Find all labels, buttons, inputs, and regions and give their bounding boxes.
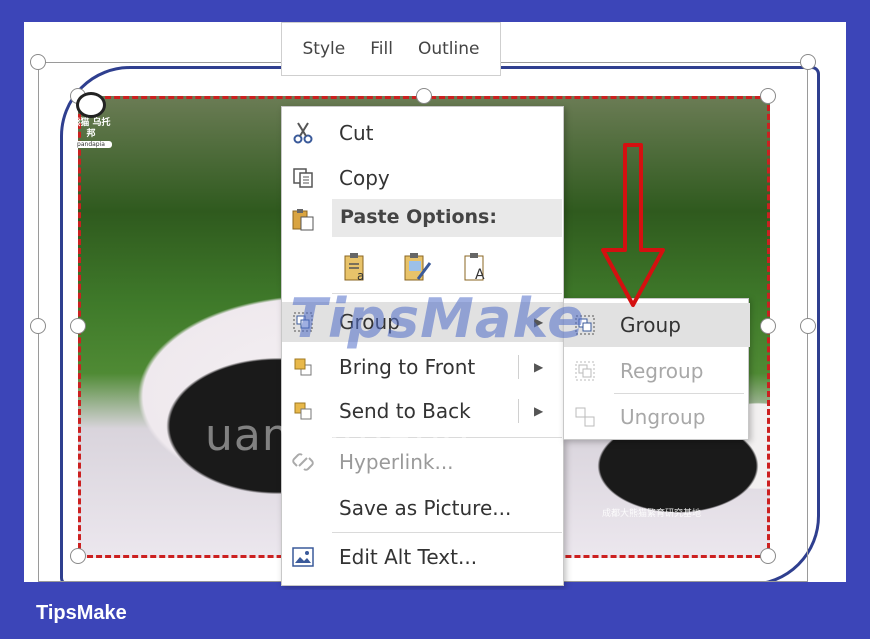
submenu-label-ungroup: Ungroup [620, 405, 706, 429]
scissors-icon [290, 120, 316, 146]
menu-split-divider [518, 355, 519, 379]
menu-item-edit-alt-text[interactable]: Edit Alt Text... [282, 537, 565, 577]
menu-item-cut[interactable]: Cut [282, 113, 565, 153]
submenu-arrow-icon[interactable]: ▶ [534, 360, 543, 374]
menu-label-save-as-picture: Save as Picture... [339, 496, 512, 520]
frame: 熊猫 乌托邦 pandapia 成都大熊猫繁育研究基地 Style Fill O… [0, 0, 870, 639]
fill-button[interactable]: Fill [370, 39, 393, 59]
svg-text:a: a [357, 269, 364, 283]
menu-separator [332, 532, 562, 533]
submenu-separator [614, 393, 744, 394]
resize-handle-top-right[interactable] [800, 54, 816, 70]
red-arrow-annotation [601, 143, 665, 307]
paste-options-icons: a A [337, 247, 537, 287]
resize-handle-pic-bottom-right[interactable] [760, 548, 776, 564]
logo-text: 熊猫 乌托邦 [71, 118, 111, 139]
footer-bar: TipsMake [0, 590, 870, 639]
group-submenu: Group Regroup Ungroup [563, 298, 750, 440]
logo-pill: pandapia [70, 141, 112, 148]
paste-text-only-icon[interactable]: A [457, 247, 497, 287]
bring-to-front-icon [290, 354, 316, 380]
resize-handle-pic-right[interactable] [760, 318, 776, 334]
tipsmake-watermark: TipsMake [290, 287, 585, 350]
menu-item-bring-to-front[interactable]: Bring to Front ▶ [282, 347, 565, 387]
submenu-item-ungroup[interactable]: Ungroup [564, 395, 750, 439]
paste-destination-theme-icon[interactable] [397, 247, 437, 287]
paste-options-label: Paste Options: [340, 206, 497, 228]
submenu-arrow-icon[interactable]: ▶ [534, 404, 543, 418]
style-button[interactable]: Style [303, 39, 346, 59]
paste-options-header: Paste Options: [332, 199, 562, 237]
regroup-icon [572, 358, 598, 384]
outline-button[interactable]: Outline [418, 39, 480, 59]
menu-item-save-as-picture[interactable]: Save as Picture... [282, 488, 565, 528]
mini-toolbar: Style Fill Outline [281, 22, 501, 76]
resize-handle-pic-top[interactable] [416, 88, 432, 104]
menu-item-copy[interactable]: Copy [282, 158, 565, 198]
submenu-label-group: Group [620, 313, 681, 337]
clipboard-icon [290, 206, 316, 232]
menu-split-divider [518, 399, 519, 423]
menu-label-edit-alt-text: Edit Alt Text... [339, 545, 478, 569]
resize-handle-right[interactable] [800, 318, 816, 334]
resize-handle-left[interactable] [30, 318, 46, 334]
resize-handle-pic-bottom-left[interactable] [70, 548, 86, 564]
paste-keep-source-icon[interactable]: a [337, 247, 377, 287]
panda-logo: 熊猫 乌托邦 pandapia [70, 92, 112, 150]
alt-text-icon [290, 544, 316, 570]
submenu-label-regroup: Regroup [620, 359, 704, 383]
photo-caption: 成都大熊猫繁育研究基地 [602, 509, 702, 519]
menu-label-copy: Copy [339, 166, 390, 190]
menu-label-bring-to-front: Bring to Front [339, 355, 476, 379]
copy-icon [290, 165, 316, 191]
ungroup-icon [572, 404, 598, 430]
resize-handle-pic-left[interactable] [70, 318, 86, 334]
footer-brand: TipsMake [36, 602, 127, 624]
quantrimang-watermark: uantrimang [205, 410, 471, 461]
resize-handle-top-left[interactable] [30, 54, 46, 70]
resize-handle-pic-top-right[interactable] [760, 88, 776, 104]
svg-text:A: A [475, 267, 485, 283]
menu-label-cut: Cut [339, 121, 374, 145]
submenu-item-regroup[interactable]: Regroup [564, 349, 750, 393]
